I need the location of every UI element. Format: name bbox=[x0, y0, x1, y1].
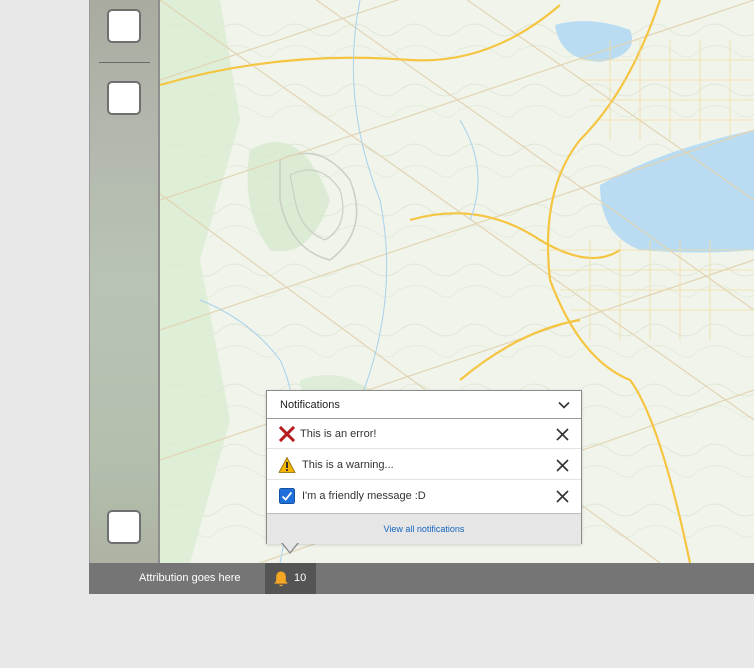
tool-button-3[interactable] bbox=[107, 510, 141, 544]
toolbar-divider bbox=[99, 62, 150, 63]
close-icon[interactable] bbox=[556, 459, 569, 472]
notifications-panel: Notifications This is an error! This is … bbox=[266, 390, 582, 544]
attribution-text: Attribution goes here bbox=[139, 572, 241, 584]
notification-count-badge: 10 bbox=[294, 572, 307, 584]
view-all-notifications-link[interactable]: View all notifications bbox=[267, 514, 581, 544]
notification-item-warning: This is a warning... bbox=[267, 450, 581, 480]
notification-text: I'm a friendly message :D bbox=[302, 490, 426, 502]
tool-button-1[interactable] bbox=[107, 9, 141, 43]
notification-item-info: I'm a friendly message :D bbox=[267, 481, 581, 513]
error-x-icon bbox=[278, 425, 296, 443]
notifications-header: Notifications bbox=[267, 391, 581, 419]
tool-button-2[interactable] bbox=[107, 81, 141, 115]
popup-caret-fill bbox=[282, 542, 298, 552]
checkbox-checked-icon bbox=[279, 488, 295, 504]
close-icon[interactable] bbox=[556, 490, 569, 503]
notification-text: This is a warning... bbox=[302, 459, 394, 471]
chevron-down-icon[interactable] bbox=[557, 398, 571, 412]
notification-text: This is an error! bbox=[300, 428, 377, 440]
bell-icon bbox=[274, 571, 288, 587]
notifications-title: Notifications bbox=[280, 399, 340, 411]
notification-item-error: This is an error! bbox=[267, 419, 581, 449]
close-icon[interactable] bbox=[556, 428, 569, 441]
status-bar: Attribution goes here 10 bbox=[89, 563, 754, 594]
notifications-toggle-button[interactable]: 10 bbox=[265, 563, 316, 594]
map-toolbar bbox=[89, 0, 160, 563]
notifications-footer: View all notifications bbox=[267, 513, 581, 544]
warning-triangle-icon bbox=[278, 456, 296, 473]
